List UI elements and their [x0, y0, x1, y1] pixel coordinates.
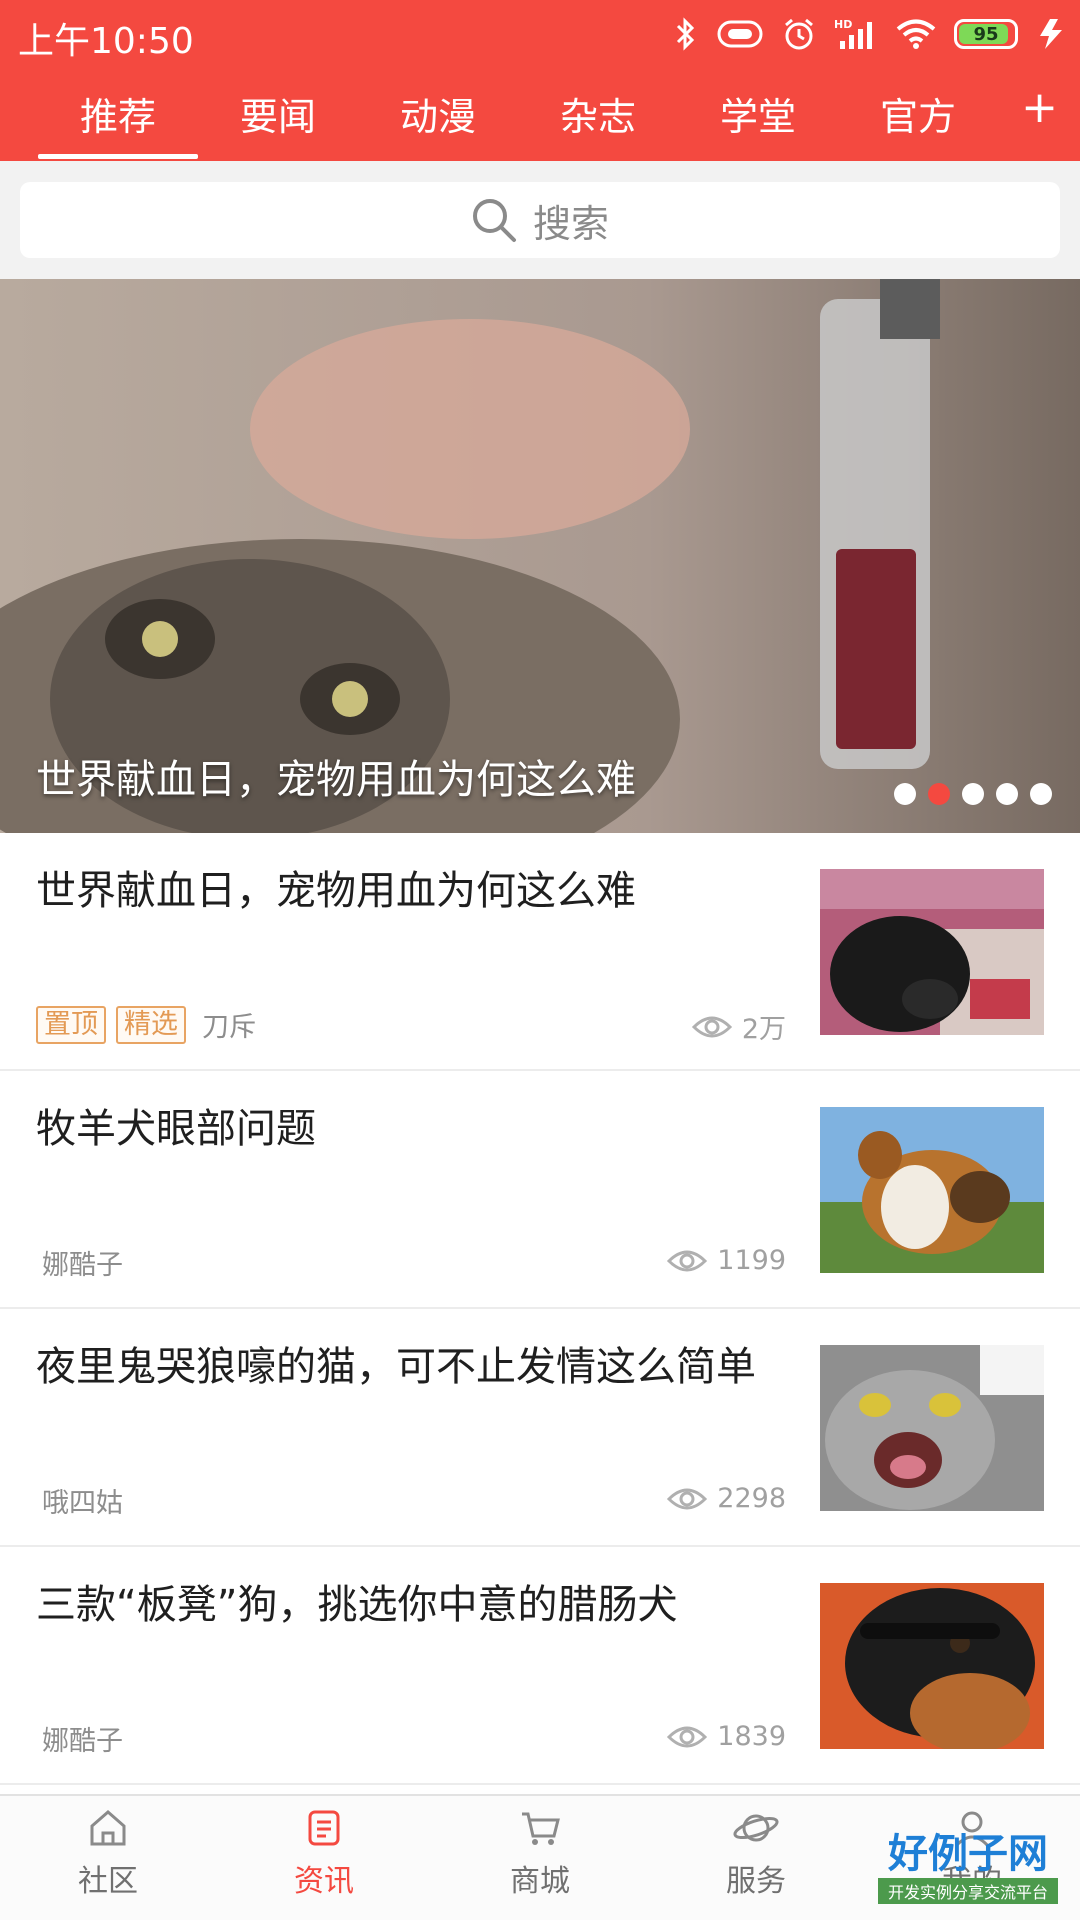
featured-badge: 精选 [116, 1005, 186, 1044]
view-count: 1839 [667, 1721, 786, 1752]
vibrate-icon [717, 20, 763, 48]
tab-official[interactable]: 官方 [858, 86, 978, 141]
view-count: 2万 [691, 1007, 786, 1046]
dachshund-thumbnail [820, 1583, 1044, 1749]
news-author: 娜酷子 [42, 1726, 123, 1757]
active-tab-indicator [38, 154, 198, 159]
news-title: 世界献血日，宠物用血为何这么难 [36, 868, 636, 914]
bluetooth-icon [676, 17, 695, 51]
eye-icon [667, 1250, 708, 1271]
cart-icon [522, 1812, 560, 1845]
add-tab-button[interactable]: + [1021, 82, 1058, 133]
search-placeholder: 搜索 [532, 201, 609, 246]
list-item[interactable]: 三款“板凳”狗，挑选你中意的腊肠犬 娜酷子 1839 [0, 1547, 1080, 1785]
tab-anime[interactable]: 动漫 [378, 86, 498, 141]
search-input[interactable]: 搜索 [20, 182, 1060, 258]
battery-level: 95 [973, 23, 999, 45]
black-dog-thumbnail [820, 869, 1044, 1035]
home-icon [90, 1810, 126, 1846]
eye-icon [667, 1726, 708, 1747]
search-area: 搜索 [0, 161, 1080, 279]
nav-label: 社区 [78, 1864, 138, 1899]
battery-icon: 95 [954, 19, 1018, 49]
news-author: 哦四姑 [42, 1488, 123, 1519]
banner-title: 世界献血日，宠物用血为何这么难 [36, 757, 636, 803]
tab-headlines[interactable]: 要闻 [218, 86, 338, 141]
hd-signal-icon: HD [834, 18, 872, 49]
nav-community[interactable]: 社区 [38, 1806, 178, 1916]
news-meta: 哦四姑 [36, 1481, 123, 1520]
carousel-dots [894, 783, 1052, 805]
eye-icon [667, 1488, 708, 1509]
carousel-dot[interactable] [1030, 783, 1052, 805]
nav-label: 商城 [510, 1864, 570, 1899]
tab-academy[interactable]: 学堂 [698, 86, 818, 141]
carousel-dot[interactable] [996, 783, 1018, 805]
news-author: 娜酷子 [42, 1250, 123, 1281]
top-header: 上午10:50 HD 95 推荐 要闻 动漫 杂志 学堂 官方 + [0, 0, 1080, 161]
status-icons: HD 95 [674, 14, 1066, 54]
news-meta: 娜酷子 [36, 1719, 123, 1758]
news-author: 刀斥 [202, 1012, 256, 1043]
nav-label: 服务 [726, 1864, 786, 1899]
list-item[interactable]: 世界献血日，宠物用血为何这么难 置顶 精选 刀斥 2万 [0, 833, 1080, 1071]
watermark-logo: 好例子网 开发实例分享交流平台 [878, 1832, 1058, 1904]
charging-icon [1040, 19, 1062, 49]
tab-magazine[interactable]: 杂志 [538, 86, 658, 141]
news-meta: 置顶 精选 刀斥 [36, 1005, 256, 1044]
news-icon [308, 1810, 340, 1846]
screaming-cat-thumbnail [820, 1345, 1044, 1511]
view-count-value: 2298 [717, 1483, 786, 1514]
nav-label: 资讯 [294, 1864, 354, 1899]
status-time: 上午10:50 [18, 21, 194, 62]
collie-thumbnail [820, 1107, 1044, 1273]
news-title: 夜里鬼哭狼嚎的猫，可不止发情这么简单 [36, 1344, 756, 1390]
watermark-subtitle: 开发实例分享交流平台 [878, 1878, 1058, 1904]
carousel-dot[interactable] [962, 783, 984, 805]
news-meta: 娜酷子 [36, 1243, 123, 1282]
view-count-value: 2万 [741, 1014, 786, 1045]
watermark-brand: 好例子网 [888, 1831, 1048, 1877]
news-list: 世界献血日，宠物用血为何这么难 置顶 精选 刀斥 2万 牧羊犬眼部问题 娜酷子 … [0, 833, 1080, 1785]
view-count: 1199 [667, 1245, 786, 1276]
news-title: 牧羊犬眼部问题 [36, 1106, 316, 1152]
view-count-value: 1199 [717, 1245, 786, 1276]
nav-mall[interactable]: 商城 [470, 1806, 610, 1916]
list-item[interactable]: 牧羊犬眼部问题 娜酷子 1199 [0, 1071, 1080, 1309]
news-title: 三款“板凳”狗，挑选你中意的腊肠犬 [36, 1582, 678, 1628]
alarm-icon [785, 18, 813, 50]
carousel-dot[interactable] [894, 783, 916, 805]
search-icon [472, 199, 516, 242]
nav-news[interactable]: 资讯 [254, 1806, 394, 1916]
view-count: 2298 [667, 1483, 786, 1514]
status-bar: 上午10:50 HD 95 [0, 0, 1080, 68]
tab-recommend[interactable]: 推荐 [58, 86, 178, 141]
view-count-value: 1839 [717, 1721, 786, 1752]
list-item[interactable]: 夜里鬼哭狼嚎的猫，可不止发情这么简单 哦四姑 2298 [0, 1309, 1080, 1547]
carousel-dot-active[interactable] [928, 783, 950, 805]
eye-icon [691, 1016, 732, 1037]
banner-carousel[interactable]: 世界献血日，宠物用血为何这么难 [0, 279, 1080, 833]
svg-text:HD: HD [834, 18, 852, 31]
category-tabs: 推荐 要闻 动漫 杂志 学堂 官方 + [0, 78, 1080, 160]
planet-icon [733, 1814, 779, 1842]
pinned-badge: 置顶 [36, 1005, 106, 1044]
wifi-icon [896, 19, 936, 49]
nav-service[interactable]: 服务 [686, 1806, 826, 1916]
